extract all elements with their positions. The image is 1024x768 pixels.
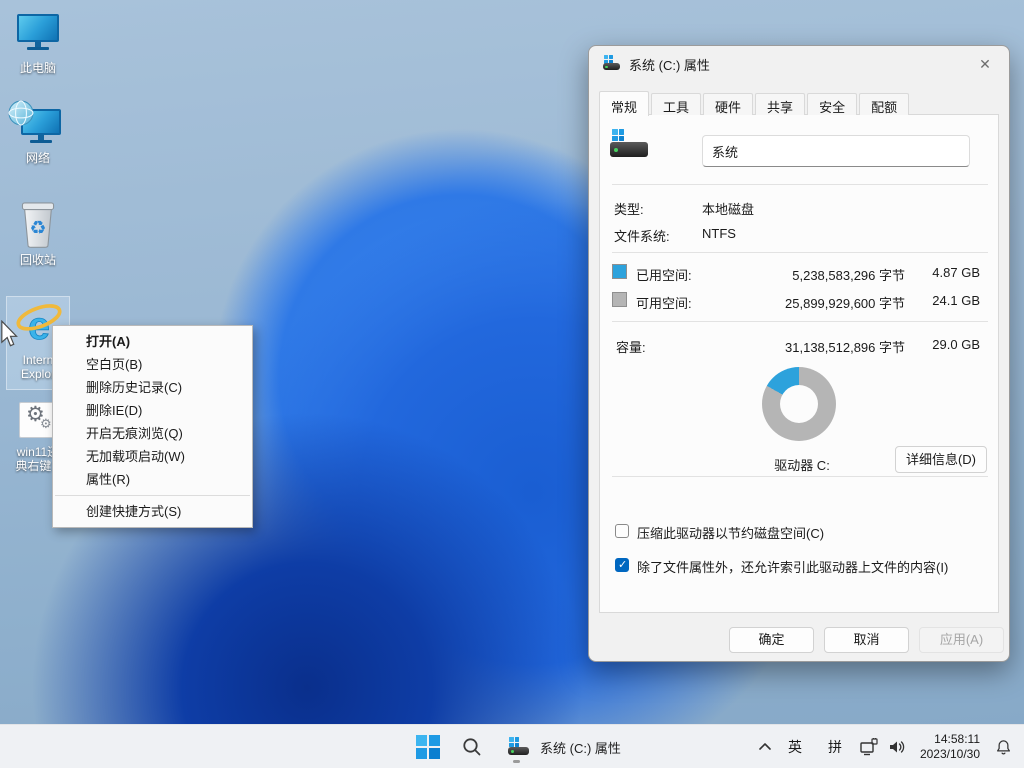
separator (612, 252, 988, 253)
ok-button[interactable]: 确定 (729, 627, 814, 653)
type-label: 类型: (614, 199, 644, 218)
used-space-bytes: 5,238,583,296 字节 (792, 265, 905, 284)
bell-icon (994, 738, 1013, 757)
menu-item-delete-history[interactable]: 删除历史记录(C) (53, 376, 252, 399)
tab-general[interactable]: 常规 (599, 91, 649, 116)
clock-date: 2023/10/30 (920, 747, 980, 762)
search-icon (461, 736, 483, 758)
free-space-label: 可用空间: (636, 293, 692, 312)
globe-icon (8, 100, 34, 126)
menu-separator (55, 495, 250, 496)
close-icon: ✕ (979, 56, 991, 72)
taskbar-app-label: 系统 (C:) 属性 (540, 738, 621, 757)
menu-item-create-shortcut[interactable]: 创建快捷方式(S) (53, 500, 252, 523)
windows-logo-icon (416, 735, 440, 759)
drive-icon-large (610, 129, 652, 159)
used-space-size: 4.87 GB (932, 265, 980, 280)
chevron-up-icon (756, 738, 774, 756)
tab-hardware[interactable]: 硬件 (703, 93, 753, 115)
index-checkbox[interactable] (615, 558, 629, 572)
general-tab-page: 类型: 本地磁盘 文件系统: NTFS 已用空间: 5,238,583,296 … (599, 114, 999, 613)
desktop: 此电脑 网络 ♻ 回收站 (0, 0, 1024, 768)
taskbar: 系统 (C:) 属性 英 拼 (0, 724, 1024, 768)
cancel-button[interactable]: 取消 (824, 627, 909, 653)
used-space-label: 已用空间: (636, 265, 692, 284)
drive-icon-small (603, 55, 621, 71)
desktop-icon-label: 此电脑 (0, 61, 76, 75)
search-button[interactable] (456, 725, 488, 768)
compress-checkbox[interactable] (615, 524, 629, 538)
filesystem-label: 文件系统: (614, 226, 670, 245)
tab-security[interactable]: 安全 (807, 93, 857, 115)
clock[interactable]: 14:58:11 2023/10/30 (920, 732, 980, 762)
menu-item-blank-page[interactable]: 空白页(B) (53, 353, 252, 376)
menu-item-open[interactable]: 打开(A) (53, 330, 252, 353)
clock-time: 14:58:11 (920, 732, 980, 747)
close-button[interactable]: ✕ (973, 52, 997, 76)
monitor-icon (0, 12, 76, 58)
tab-quota[interactable]: 配额 (859, 93, 909, 115)
desktop-icon-label: 回收站 (0, 253, 76, 267)
used-space-swatch (612, 264, 627, 279)
network-icon (859, 737, 879, 757)
recycle-bin-icon: ♻ (0, 198, 76, 250)
volume-tray-button[interactable] (884, 725, 910, 768)
desktop-icon-network[interactable]: 网络 (0, 102, 76, 165)
disk-usage-donut (762, 367, 836, 441)
free-space-size: 24.1 GB (932, 293, 980, 308)
volume-label-input[interactable] (702, 135, 970, 167)
tray-overflow-button[interactable] (750, 725, 780, 768)
free-space-swatch (612, 292, 627, 307)
speaker-icon (887, 737, 907, 757)
notification-center-button[interactable] (988, 725, 1018, 768)
separator (612, 184, 988, 185)
menu-item-properties[interactable]: 属性(R) (53, 468, 252, 491)
desktop-icon-this-pc[interactable]: 此电脑 (0, 12, 76, 75)
properties-dialog: 系统 (C:) 属性 ✕ 常规 工具 硬件 共享 安全 配额 类型: 本地磁盘 … (588, 45, 1010, 662)
compress-checkbox-label: 压缩此驱动器以节约磁盘空间(C) (637, 523, 824, 542)
capacity-size: 29.0 GB (932, 337, 980, 352)
taskbar-app-button[interactable]: 系统 (C:) 属性 (498, 729, 631, 765)
drive-icon-taskbar (508, 737, 530, 757)
cursor-arrow (0, 320, 20, 348)
active-window-indicator (513, 760, 520, 763)
type-value: 本地磁盘 (702, 199, 754, 218)
context-menu: 打开(A) 空白页(B) 删除历史记录(C) 删除IE(D) 开启无痕浏览(Q)… (52, 325, 253, 528)
desktop-icon-recycle-bin[interactable]: ♻ 回收站 (0, 198, 76, 267)
menu-item-no-addons[interactable]: 无加载项启动(W) (53, 445, 252, 468)
menu-item-inprivate[interactable]: 开启无痕浏览(Q) (53, 422, 252, 445)
desktop-icon-label: 网络 (0, 151, 76, 165)
ime-mode-indicator[interactable]: 拼 (822, 725, 848, 768)
filesystem-value: NTFS (702, 226, 736, 241)
free-space-bytes: 25,899,929,600 字节 (785, 293, 905, 312)
svg-text:♻: ♻ (30, 218, 47, 239)
drive-caption: 驱动器 C: (742, 455, 862, 474)
network-tray-button[interactable] (856, 725, 882, 768)
menu-item-delete-ie[interactable]: 删除IE(D) (53, 399, 252, 422)
start-button[interactable] (412, 725, 444, 768)
tab-tools[interactable]: 工具 (651, 93, 701, 115)
ime-language-indicator[interactable]: 英 (782, 725, 808, 768)
dialog-titlebar[interactable]: 系统 (C:) 属性 ✕ (589, 46, 1009, 80)
tab-sharing[interactable]: 共享 (755, 93, 805, 115)
network-monitor-icon (0, 102, 76, 148)
index-checkbox-label: 除了文件属性外，还允许索引此驱动器上文件的内容(I) (637, 557, 948, 576)
dialog-title: 系统 (C:) 属性 (629, 55, 710, 74)
separator (612, 321, 988, 322)
details-button[interactable]: 详细信息(D) (895, 446, 987, 473)
capacity-bytes: 31,138,512,896 字节 (785, 337, 905, 356)
tab-strip: 常规 工具 硬件 共享 安全 配额 (599, 90, 911, 115)
separator (612, 476, 988, 477)
capacity-label: 容量: (616, 337, 646, 356)
apply-button[interactable]: 应用(A) (919, 627, 1004, 653)
